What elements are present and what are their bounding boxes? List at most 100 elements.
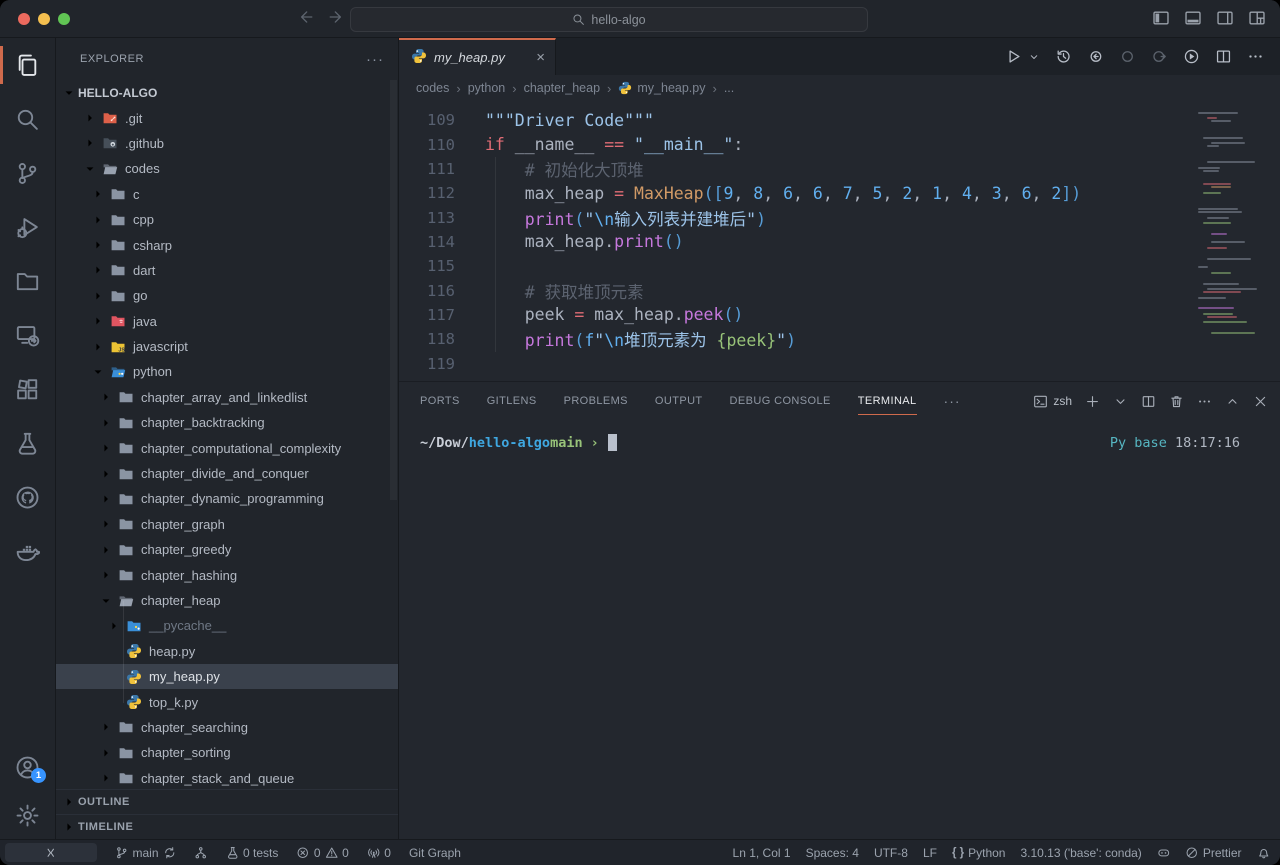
tree-item[interactable]: chapter_searching xyxy=(56,715,398,740)
code-editor[interactable]: 109 """Driver Code""" 110 if __name__ ==… xyxy=(399,101,1280,381)
layout-sidebar-right-icon[interactable] xyxy=(1216,9,1234,27)
status-tests[interactable]: 0 tests xyxy=(226,846,279,860)
explorer-more-actions[interactable]: ··· xyxy=(366,51,384,68)
tree-item[interactable]: chapter_divide_and_conquer xyxy=(56,461,398,486)
status-indentation[interactable]: Spaces: 4 xyxy=(806,846,859,860)
panel-tab-terminal[interactable]: TERMINAL xyxy=(858,382,917,420)
run-python-file-icon[interactable] xyxy=(1005,48,1022,65)
tree-item[interactable]: chapter_graph xyxy=(56,512,398,537)
jump-back-icon[interactable] xyxy=(1087,48,1104,65)
minimize-window-button[interactable] xyxy=(38,13,50,25)
breadcrumb-4[interactable]: ... xyxy=(724,81,734,95)
status-python-interpreter[interactable]: 3.10.13 ('base': conda) xyxy=(1020,846,1141,860)
status-ports-broadcast[interactable]: 0 xyxy=(367,846,391,860)
tree-item[interactable]: JS javascript xyxy=(56,334,398,359)
status-git-graph[interactable]: Git Graph xyxy=(409,846,461,860)
close-window-button[interactable] xyxy=(18,13,30,25)
tree-item[interactable]: .github xyxy=(56,131,398,156)
tree-item[interactable]: heap.py xyxy=(56,639,398,664)
tree-item[interactable]: cpp xyxy=(56,207,398,232)
status-git-branch[interactable]: main xyxy=(115,846,176,860)
status-remote-indicator[interactable] xyxy=(5,843,97,862)
close-panel-icon[interactable] xyxy=(1253,394,1268,409)
panel-tab-output[interactable]: OUTPUT xyxy=(655,382,703,420)
status-notifications[interactable] xyxy=(1257,846,1271,860)
breadcrumb-2[interactable]: chapter_heap xyxy=(524,81,600,95)
status-copilot[interactable] xyxy=(1157,846,1171,860)
tree-item[interactable]: chapter_hashing xyxy=(56,562,398,587)
tree-item[interactable]: python xyxy=(56,359,398,384)
activity-search[interactable] xyxy=(0,92,55,146)
timeline-history-icon[interactable] xyxy=(1055,48,1072,65)
activity-remote-explorer[interactable] xyxy=(0,308,55,362)
terminal[interactable]: ~/Dow/hello-algo main› Py base 18:17:16 xyxy=(399,420,1280,839)
activity-source-control[interactable] xyxy=(0,146,55,200)
status-problems[interactable]: 00 xyxy=(296,846,348,860)
tree-item[interactable]: java xyxy=(56,309,398,334)
tree-item[interactable]: chapter_computational_complexity xyxy=(56,435,398,460)
outline-section[interactable]: OUTLINE xyxy=(56,789,398,814)
activity-run-and-debug[interactable] xyxy=(0,200,55,254)
panel-more-icon[interactable] xyxy=(1197,394,1212,409)
tree-item[interactable]: go xyxy=(56,283,398,308)
tab-my-heap-py[interactable]: my_heap.py × xyxy=(399,38,556,75)
split-terminal-icon[interactable] xyxy=(1141,394,1156,409)
tree-item[interactable]: dart xyxy=(56,258,398,283)
breadcrumb-1[interactable]: python xyxy=(468,81,506,95)
breadcrumb-0[interactable]: codes xyxy=(416,81,449,95)
close-tab-icon[interactable]: × xyxy=(536,49,545,66)
status-prettier[interactable]: Prettier xyxy=(1185,846,1241,860)
activity-folder-view[interactable] xyxy=(0,254,55,308)
layout-grid-icon[interactable] xyxy=(1248,9,1266,27)
tree-item[interactable]: my_heap.py xyxy=(56,664,398,689)
panel-tab-problems[interactable]: PROBLEMS xyxy=(564,382,628,420)
tree-item[interactable]: chapter_backtracking xyxy=(56,410,398,435)
activity-accounts[interactable]: 1 xyxy=(0,743,55,791)
layout-panel-icon[interactable] xyxy=(1184,9,1202,27)
run-dropdown-icon[interactable] xyxy=(1037,51,1040,63)
terminal-profile-icon[interactable]: zsh xyxy=(1033,394,1072,409)
panel-tab-gitlens[interactable]: GITLENS xyxy=(487,382,537,420)
new-terminal-icon[interactable] xyxy=(1085,394,1100,409)
breadcrumb-3[interactable]: my_heap.py xyxy=(618,81,705,95)
status-encoding[interactable]: UTF-8 xyxy=(874,846,908,860)
timeline-section[interactable]: TIMELINE xyxy=(56,814,398,839)
split-editor-icon[interactable] xyxy=(1215,48,1232,65)
status-git-fork[interactable] xyxy=(194,846,208,860)
activity-testing[interactable] xyxy=(0,416,55,470)
maximize-panel-icon[interactable] xyxy=(1225,394,1240,409)
command-center-search[interactable]: hello-algo xyxy=(350,7,868,32)
navigate-back-icon[interactable] xyxy=(296,8,314,26)
activity-github[interactable] xyxy=(0,470,55,524)
tree-item[interactable]: codes xyxy=(56,156,398,181)
layout-sidebar-icon[interactable] xyxy=(1152,9,1170,27)
activity-extensions[interactable] xyxy=(0,362,55,416)
run-profile-icon[interactable] xyxy=(1183,48,1200,65)
activity-settings[interactable] xyxy=(0,791,55,839)
panel-tab-ports[interactable]: PORTS xyxy=(420,382,460,420)
minimap[interactable] xyxy=(1198,103,1264,341)
tree-item[interactable]: chapter_sorting xyxy=(56,740,398,765)
status-eol[interactable]: LF xyxy=(923,846,937,860)
jump-mid-icon[interactable] xyxy=(1119,48,1136,65)
kill-terminal-icon[interactable] xyxy=(1169,394,1184,409)
activity-docker[interactable] xyxy=(0,524,55,578)
tree-item-root[interactable]: HELLO-ALGO xyxy=(56,80,398,105)
panel-tab-debug-console[interactable]: DEBUG CONSOLE xyxy=(730,382,831,420)
tree-item[interactable]: chapter_array_and_linkedlist xyxy=(56,385,398,410)
tree-item[interactable]: csharp xyxy=(56,232,398,257)
panel-tabs-more[interactable]: ··· xyxy=(944,382,961,420)
zoom-window-button[interactable] xyxy=(58,13,70,25)
tree-item[interactable]: chapter_greedy xyxy=(56,537,398,562)
jump-forward-icon[interactable] xyxy=(1151,48,1168,65)
tree-item[interactable]: chapter_heap xyxy=(56,588,398,613)
terminal-dropdown-icon[interactable] xyxy=(1113,394,1128,409)
tree-item[interactable]: chapter_dynamic_programming xyxy=(56,486,398,511)
status-language-mode[interactable]: { }Python xyxy=(952,846,1006,860)
sidebar-scrollbar[interactable] xyxy=(390,80,397,500)
tree-item[interactable]: c xyxy=(56,182,398,207)
tree-item[interactable]: .git xyxy=(56,105,398,130)
tree-item[interactable]: top_k.py xyxy=(56,689,398,714)
status-cursor-position[interactable]: Ln 1, Col 1 xyxy=(733,846,791,860)
more-actions-icon[interactable] xyxy=(1247,48,1264,65)
